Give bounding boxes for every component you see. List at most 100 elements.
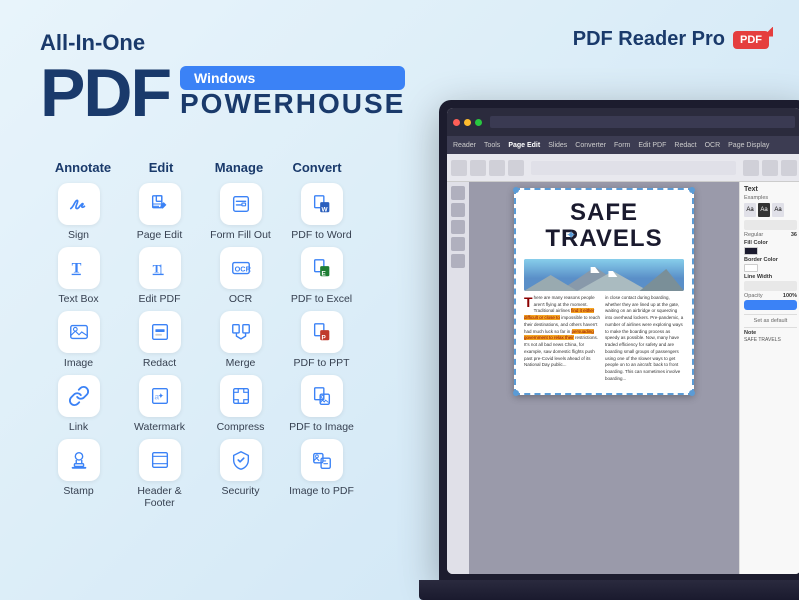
feature-sign[interactable]: Sign (40, 183, 117, 241)
pdf-ppt-icon-box: P (301, 311, 343, 353)
page-body-col1: T here are many reasons people aren't fl… (524, 295, 603, 383)
menu-tools[interactable]: Tools (484, 142, 500, 149)
redact-icon-box (139, 311, 181, 353)
feature-pdf-ppt[interactable]: P PDF to PPT (283, 311, 360, 369)
highlight-2: persuading government to relax their (524, 329, 594, 341)
close-dot[interactable] (453, 119, 460, 126)
feature-redact[interactable]: Redact (121, 311, 198, 369)
ribbon-input[interactable] (531, 161, 736, 175)
page-body-col2: in close contact during boarding, whethe… (605, 295, 684, 383)
feature-compress[interactable]: Compress (202, 375, 279, 433)
prop-border-label: Border Color (744, 257, 797, 263)
handle-br[interactable] (689, 390, 695, 396)
minimize-dot[interactable] (464, 119, 471, 126)
feature-stamp[interactable]: Stamp (40, 439, 117, 509)
menu-page-display[interactable]: Page Display (728, 142, 769, 149)
menu-reader[interactable]: Reader (453, 142, 476, 149)
ribbon-btn-3[interactable] (489, 160, 505, 176)
mountain-svg (524, 259, 684, 291)
sidebar-icon-5[interactable] (451, 254, 465, 268)
ribbon-btn-6[interactable] (762, 160, 778, 176)
feature-ocr[interactable]: OCR OCR (202, 247, 279, 305)
prop-fill-label: Fill Color (744, 240, 797, 246)
pdf-word-icon-box: W (301, 183, 343, 225)
sidebar-icon-4[interactable] (451, 237, 465, 251)
feature-image[interactable]: Image (40, 311, 117, 369)
pdf-excel-icon-box: E (301, 247, 343, 289)
feature-edit-pdf[interactable]: T| Edit PDF (121, 247, 198, 305)
feature-pdf-image[interactable]: PDF to Image (283, 375, 360, 433)
feature-pdf-excel[interactable]: E PDF to Excel (283, 247, 360, 305)
stamp-label: Stamp (63, 485, 93, 497)
ribbon-btn-7[interactable] (781, 160, 797, 176)
menu-page-edit[interactable]: Page Edit (508, 142, 540, 149)
prop-fill-color[interactable] (744, 247, 758, 255)
sidebar-icon-3[interactable] (451, 220, 465, 234)
ribbon-btn-5[interactable] (743, 160, 759, 176)
font-examples: Aa Aa Aa (744, 203, 797, 217)
feature-textbox[interactable]: T Text Box (40, 247, 117, 305)
menu-converter[interactable]: Converter (575, 142, 606, 149)
handle-tr[interactable] (689, 187, 695, 193)
prop-opacity-slider[interactable] (744, 300, 797, 310)
watermark-label: Watermark (134, 421, 185, 433)
headline-block: All-In-One PDF Windows POWERHOUSE (40, 30, 360, 128)
form-label: Form Fill Out (210, 229, 271, 241)
feature-link[interactable]: Link (40, 375, 117, 433)
prop-font-input[interactable] (744, 220, 797, 230)
svg-text:OCR: OCR (234, 265, 251, 274)
image-label: Image (64, 357, 93, 369)
handle-tl[interactable] (513, 187, 519, 193)
category-edit: Edit (122, 160, 200, 175)
app-logo: PDF Reader Pro PDF (573, 28, 769, 51)
menu-ocr[interactable]: OCR (705, 142, 721, 149)
svg-text:P: P (321, 335, 326, 342)
ocr-icon-box: OCR (220, 247, 262, 289)
watermark-icon-box: a ✦ (139, 375, 181, 417)
menu-edit-pdf[interactable]: Edit PDF (638, 142, 666, 149)
feature-pdf-word[interactable]: W PDF to Word (283, 183, 360, 241)
sidebar-icon-2[interactable] (451, 203, 465, 217)
pdf-content-area: SAFE TRAVELS ✦ (447, 182, 799, 574)
feature-security[interactable]: Security (202, 439, 279, 509)
prop-linewidth-input[interactable] (744, 281, 797, 291)
drop-cap: T (524, 295, 533, 309)
feature-image-to-pdf[interactable]: Image to PDF (283, 439, 360, 509)
right-panel: PDF Reader Pro PDF (390, 0, 799, 600)
toolbar-url (490, 116, 795, 128)
feature-watermark[interactable]: a ✦ Watermark (121, 375, 198, 433)
header-footer-label: Header & Footer (121, 485, 198, 509)
menu-slides[interactable]: Slides (548, 142, 567, 149)
prop-border-color[interactable] (744, 264, 758, 272)
pdf-menubar: Reader Tools Page Edit Slides Converter … (447, 136, 799, 154)
prop-opacity-row: Opacity 100% (744, 293, 797, 299)
compress-label: Compress (217, 421, 265, 433)
feature-merge[interactable]: Merge (202, 311, 279, 369)
pdf-app: Reader Tools Page Edit Slides Converter … (447, 108, 799, 574)
feature-page-edit[interactable]: Page Edit (121, 183, 198, 241)
maximize-dot[interactable] (475, 119, 482, 126)
features-grid: Sign Page Edit (40, 183, 360, 509)
menu-form[interactable]: Form (614, 142, 630, 149)
image-to-pdf-label: Image to PDF (289, 485, 354, 497)
set-default-label[interactable]: Set as default (744, 318, 797, 324)
feature-header-footer[interactable]: Header & Footer (121, 439, 198, 509)
form-icon (230, 193, 252, 215)
textbox-icon-box: T (58, 247, 100, 289)
feature-form[interactable]: Form Fill Out (202, 183, 279, 241)
stamp-icon-box (58, 439, 100, 481)
pdf-word-icon: W (311, 193, 333, 215)
watermark-icon: a ✦ (149, 385, 171, 407)
ribbon-btn-1[interactable] (451, 160, 467, 176)
features-header: Annotate Edit Manage Convert (40, 160, 360, 175)
ribbon-btn-2[interactable] (470, 160, 486, 176)
windows-badge: Windows (180, 66, 405, 90)
handle-bl[interactable] (513, 390, 519, 396)
svg-text:T|: T| (152, 262, 161, 276)
all-in-one-text: All-In-One (40, 30, 360, 56)
image-icon-box (58, 311, 100, 353)
sidebar-icon-1[interactable] (451, 186, 465, 200)
prop-set-default: Set as default (744, 314, 797, 324)
menu-redact[interactable]: Redact (674, 142, 696, 149)
ribbon-btn-4[interactable] (508, 160, 524, 176)
